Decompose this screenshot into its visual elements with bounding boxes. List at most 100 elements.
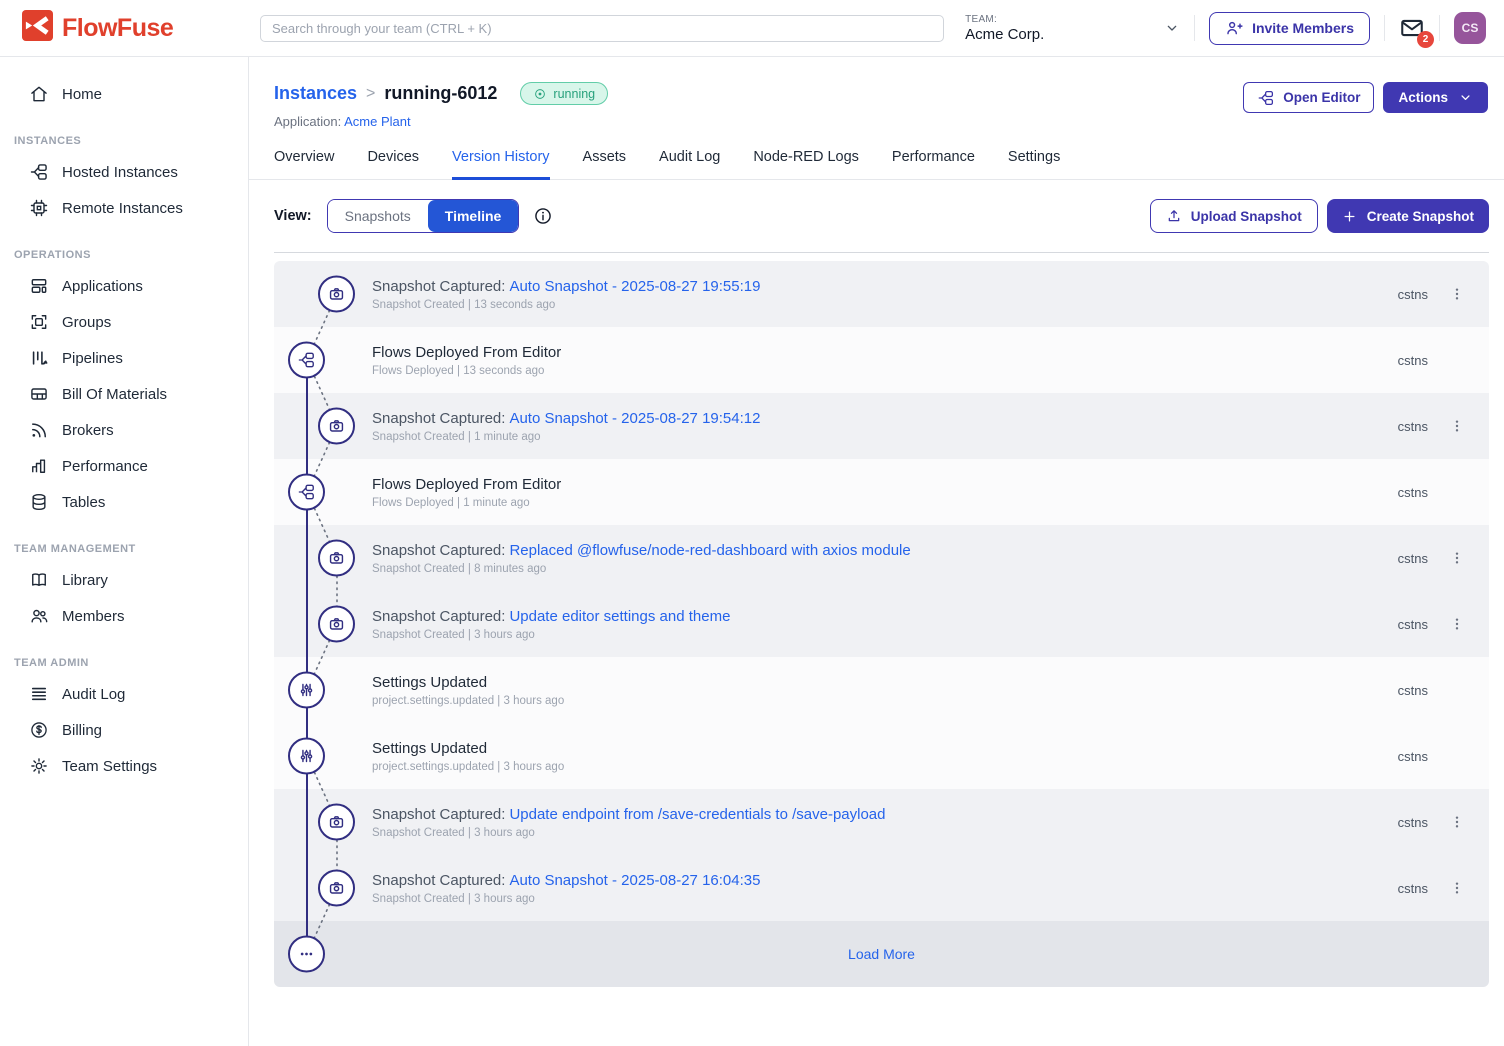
camera-icon [318,606,355,643]
open-editor-button[interactable]: Open Editor [1243,82,1374,113]
tab-devices[interactable]: Devices [367,149,419,180]
toolbar-actions: Upload Snapshot Create Snapshot [1150,199,1489,233]
sidebar-item-remote-instances[interactable]: Remote Instances [0,190,248,226]
team-selector[interactable]: TEAM: Acme Corp. [965,14,1180,43]
camera-icon [318,408,355,445]
snapshot-link[interactable]: Replaced @flowfuse/node-red-dashboard wi… [509,542,910,559]
snapshot-link[interactable]: Auto Snapshot - 2025-08-27 19:55:19 [509,278,760,295]
kebab-menu-icon[interactable] [1449,416,1465,436]
timeline-row: Snapshot Captured:Auto Snapshot - 2025-0… [274,393,1489,459]
sidebar-section-operations: OPERATIONS [0,249,248,261]
sidebar-item-hosted-instances[interactable]: Hosted Instances [0,154,248,190]
tab-settings[interactable]: Settings [1008,149,1060,180]
snapshot-link[interactable]: Update endpoint from /save-credentials t… [509,806,885,823]
timeline-user: cstns [1398,353,1428,368]
timeline-user: cstns [1398,881,1428,896]
actions-button[interactable]: Actions [1383,82,1488,113]
timeline-meta: Snapshot Created | 1 minute ago [372,431,760,443]
view-option-timeline[interactable]: Timeline [428,200,519,232]
tab-assets[interactable]: Assets [583,149,627,180]
snapshot-link[interactable]: Auto Snapshot - 2025-08-27 19:54:12 [509,410,760,427]
sliders-icon [288,738,325,775]
home-icon [29,84,49,104]
brand-wordmark: FlowFuse [62,14,173,43]
sidebar-item-billing[interactable]: Billing [0,712,248,748]
book-icon [29,570,49,590]
timeline-row: Snapshot Captured:Auto Snapshot - 2025-0… [274,261,1489,327]
team-search-input[interactable] [260,15,944,42]
table-card-icon [29,384,49,404]
timeline-row: Snapshot Captured:Update editor settings… [274,591,1489,657]
sidebar-item-bill-of-materials[interactable]: Bill Of Materials [0,376,248,412]
create-snapshot-button[interactable]: Create Snapshot [1327,199,1489,233]
tab-node-red-logs[interactable]: Node-RED Logs [753,149,859,180]
timeline-row: Flows Deployed From Editor Flows Deploye… [274,459,1489,525]
timeline-row: Settings Updated project.settings.update… [274,657,1489,723]
load-more-link[interactable]: Load More [848,946,915,962]
sidebar-item-team-settings[interactable]: Team Settings [0,748,248,784]
pipelines-icon [29,348,49,368]
camera-icon [318,276,355,313]
sidebar-section-instances: INSTANCES [0,135,248,147]
timeline-user: cstns [1398,815,1428,830]
broadcast-icon [29,420,49,440]
timeline-meta: Snapshot Created | 3 hours ago [372,827,886,839]
database-icon [29,492,49,512]
timeline-meta: project.settings.updated | 3 hours ago [372,761,564,773]
sidebar-item-brokers[interactable]: Brokers [0,412,248,448]
sidebar-item-pipelines[interactable]: Pipelines [0,340,248,376]
view-toggle: Snapshots Timeline [327,199,520,233]
sliders-icon [288,672,325,709]
sidebar-item-library[interactable]: Library [0,562,248,598]
timeline-user: cstns [1398,617,1428,632]
breadcrumb-instances-link[interactable]: Instances [274,83,357,104]
version-history-timeline: Snapshot Captured:Auto Snapshot - 2025-0… [274,261,1489,987]
top-bar: FlowFuse TEAM: Acme Corp. Invite Members… [0,0,1504,57]
timeline-user: cstns [1398,551,1428,566]
editor-projects-icon [1257,89,1275,107]
notifications-button[interactable]: 2 [1399,15,1425,41]
kebab-menu-icon[interactable] [1449,878,1465,898]
tab-performance[interactable]: Performance [892,149,975,180]
add-person-icon [1225,19,1243,37]
invite-members-button[interactable]: Invite Members [1209,12,1370,45]
timeline-user: cstns [1398,419,1428,434]
timeline-meta: Snapshot Created | 3 hours ago [372,893,760,905]
avatar[interactable]: CS [1454,12,1486,44]
tab-version-history[interactable]: Version History [452,149,550,180]
tab-audit-log[interactable]: Audit Log [659,149,720,180]
sidebar-item-applications[interactable]: Applications [0,268,248,304]
application-line: Application: Acme Plant [274,114,608,129]
sidebar-item-performance[interactable]: Performance [0,448,248,484]
app-root: FlowFuse TEAM: Acme Corp. Invite Members… [0,0,1504,1046]
kebab-menu-icon[interactable] [1449,812,1465,832]
view-option-snapshots[interactable]: Snapshots [328,200,428,232]
sidebar-item-audit-log[interactable]: Audit Log [0,676,248,712]
sidebar-item-tables[interactable]: Tables [0,484,248,520]
sidebar-item-members[interactable]: Members [0,598,248,634]
chip-icon [29,198,49,218]
timeline-row: Snapshot Captured:Auto Snapshot - 2025-0… [274,855,1489,921]
timeline-user: cstns [1398,485,1428,500]
deploy-icon [288,474,325,511]
sidebar-item-groups[interactable]: Groups [0,304,248,340]
timeline-meta: Flows Deployed | 1 minute ago [372,497,561,509]
status-icon [533,87,547,101]
snapshot-link[interactable]: Auto Snapshot - 2025-08-27 16:04:35 [509,872,760,889]
application-link[interactable]: Acme Plant [344,114,410,129]
upload-snapshot-button[interactable]: Upload Snapshot [1150,199,1318,233]
instance-tabs: Overview Devices Version History Assets … [249,129,1504,180]
snapshot-link[interactable]: Update editor settings and theme [509,608,730,625]
tab-overview[interactable]: Overview [274,149,334,180]
kebab-menu-icon[interactable] [1449,548,1465,568]
timeline-meta: Snapshot Created | 13 seconds ago [372,299,760,311]
camera-icon [318,540,355,577]
kebab-menu-icon[interactable] [1449,614,1465,634]
breadcrumb-separator: > [366,85,375,103]
info-icon[interactable] [533,206,553,226]
bar-chart-icon [29,456,49,476]
sidebar-item-home[interactable]: Home [0,76,248,112]
kebab-menu-icon[interactable] [1449,284,1465,304]
camera-icon [318,870,355,907]
flowfuse-logo[interactable]: FlowFuse [0,10,249,46]
